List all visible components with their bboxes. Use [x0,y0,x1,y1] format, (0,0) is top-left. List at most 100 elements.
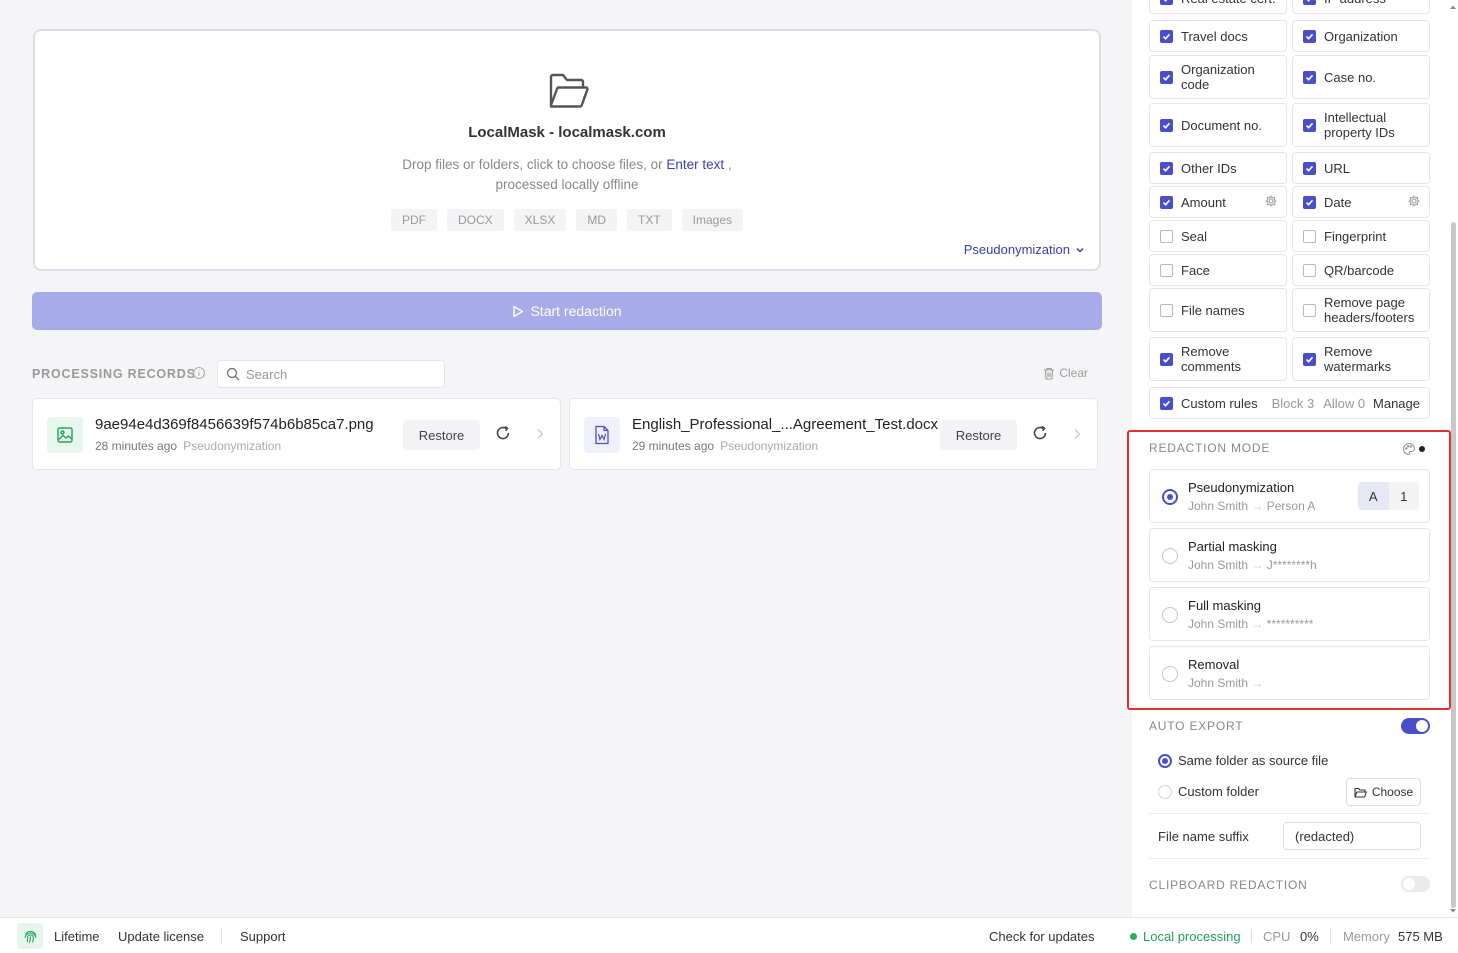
suffix-input[interactable] [1283,822,1421,850]
checkbox[interactable] [1303,195,1316,209]
option-travel-docs[interactable]: Travel docs [1149,20,1287,52]
check-icon [1162,400,1171,407]
checkbox[interactable] [1160,29,1173,43]
option-case-no[interactable]: Case no. [1292,55,1430,99]
restore-button[interactable]: Restore [940,420,1017,450]
checkbox[interactable] [1303,352,1316,366]
option-remove-page-headers-footers[interactable]: Remove page headers/footers [1292,288,1430,332]
custom-folder-radio[interactable] [1158,785,1172,799]
checkbox[interactable] [1303,161,1316,175]
option-qr-barcode[interactable]: QR/barcode [1292,254,1430,286]
chevron-right-icon[interactable] [535,427,545,441]
file-dropzone[interactable]: LocalMask - localmask.com Drop files or … [33,29,1101,271]
clipboard-toggle[interactable] [1401,876,1430,892]
checkbox[interactable] [1160,303,1173,317]
cpu-label: CPU [1263,929,1291,944]
mode-radio[interactable] [1162,548,1178,564]
mode-radio[interactable] [1162,489,1178,505]
choose-folder-button[interactable]: Choose [1346,778,1421,806]
scroll-up-icon[interactable] [1449,4,1457,10]
mode-option-partial-masking[interactable]: Partial masking John Smith → J********h [1149,528,1430,582]
option-date[interactable]: Date [1292,186,1430,218]
checkbox[interactable] [1160,70,1173,84]
mode-radio[interactable] [1162,607,1178,623]
checkbox[interactable] [1160,161,1173,175]
palette-icon[interactable] [1402,442,1416,456]
checkbox[interactable] [1303,229,1316,243]
option-real-estate-cert[interactable]: Real estate cert. [1149,0,1287,14]
option-amount[interactable]: Amount [1149,186,1287,218]
pseudonym-style-toggle[interactable]: A1 [1358,482,1419,510]
checkbox[interactable] [1160,396,1173,410]
update-license-link[interactable]: Update license [118,929,204,944]
refresh-icon[interactable] [495,425,511,441]
gear-icon[interactable] [1264,194,1278,211]
mode-example-from: John Smith [1188,676,1249,690]
checkbox[interactable] [1303,118,1316,132]
checkbox[interactable] [1160,263,1173,277]
mode-option-pseudonymization[interactable]: Pseudonymization John Smith → Person A A1 [1149,469,1430,523]
option-intellectual-property-ids[interactable]: Intellectual property IDs [1292,103,1430,147]
checkbox[interactable] [1303,70,1316,84]
option-remove-comments[interactable]: Remove comments [1149,337,1287,381]
option-organization[interactable]: Organization [1292,20,1430,52]
checkbox[interactable] [1303,0,1316,5]
checkbox[interactable] [1160,229,1173,243]
option-fingerprint[interactable]: Fingerprint [1292,220,1430,252]
option-label: Intellectual property IDs [1324,110,1395,140]
option-document-no[interactable]: Document no. [1149,103,1287,147]
record-card[interactable]: English_Professional_...Agreement_Test.d… [569,398,1098,470]
restore-button[interactable]: Restore [403,420,480,450]
support-link[interactable]: Support [240,929,286,944]
scrollbar-thumb[interactable] [1451,222,1456,908]
search-input[interactable] [246,366,426,382]
file-mode: Pseudonymization [183,439,282,453]
same-folder-radio[interactable] [1158,754,1172,768]
option-ip-address[interactable]: IP address [1292,0,1430,14]
checkbox[interactable] [1160,352,1173,366]
records-search[interactable] [217,360,445,388]
checkbox[interactable] [1160,195,1173,209]
option-face[interactable]: Face [1149,254,1287,286]
option-remove-watermarks[interactable]: Remove watermarks [1292,337,1430,381]
option-other-ids[interactable]: Other IDs [1149,152,1287,184]
start-redaction-button[interactable]: Start redaction [32,292,1102,330]
gear-icon[interactable] [1407,194,1421,211]
enter-text-link[interactable]: Enter text [666,157,724,172]
refresh-icon[interactable] [1032,425,1048,441]
number-style-option[interactable]: 1 [1389,482,1420,510]
mode-radio[interactable] [1162,666,1178,682]
chevron-right-icon[interactable] [1072,427,1082,441]
manage-rules-link[interactable]: Manage [1373,396,1420,411]
checkbox[interactable] [1160,118,1173,132]
auto-export-toggle[interactable] [1401,718,1430,734]
info-icon[interactable] [192,366,206,380]
format-tag: DOCX [446,209,504,231]
mode-option-removal[interactable]: Removal John Smith → [1149,646,1430,700]
option-label: Organization code [1181,62,1255,92]
option-seal[interactable]: Seal [1149,220,1287,252]
custom-rules-row[interactable]: Custom rules Block 3 Allow 0 Manage [1149,387,1430,419]
checkbox[interactable] [1303,29,1316,43]
status-dot [1419,446,1425,452]
scroll-down-icon[interactable] [1449,908,1457,914]
arrow-right-icon: → [1251,617,1264,631]
option-organization-code[interactable]: Organization code [1149,55,1287,99]
option-file-names[interactable]: File names [1149,288,1287,332]
checkbox[interactable] [1303,303,1316,317]
record-card[interactable]: 9ae94e4d369f8456639f574b6b85ca7.png 28 m… [32,398,561,470]
letter-style-option[interactable]: A [1358,482,1389,510]
check-updates-link[interactable]: Check for updates [989,929,1095,944]
format-tag: Images [681,209,744,231]
mode-option-full-masking[interactable]: Full masking John Smith → ********** [1149,587,1430,641]
same-folder-label: Same folder as source file [1178,753,1329,768]
option-url[interactable]: URL [1292,152,1430,184]
checkbox[interactable] [1303,263,1316,277]
custom-rules-label: Custom rules [1181,395,1258,411]
checkbox[interactable] [1160,0,1173,5]
mode-example-from: John Smith [1188,617,1249,631]
mode-dropdown[interactable]: Pseudonymization [964,242,1085,257]
format-tag: PDF [390,209,437,231]
lifetime-license: Lifetime [54,929,100,944]
clear-records-button[interactable]: Clear [1043,366,1088,380]
